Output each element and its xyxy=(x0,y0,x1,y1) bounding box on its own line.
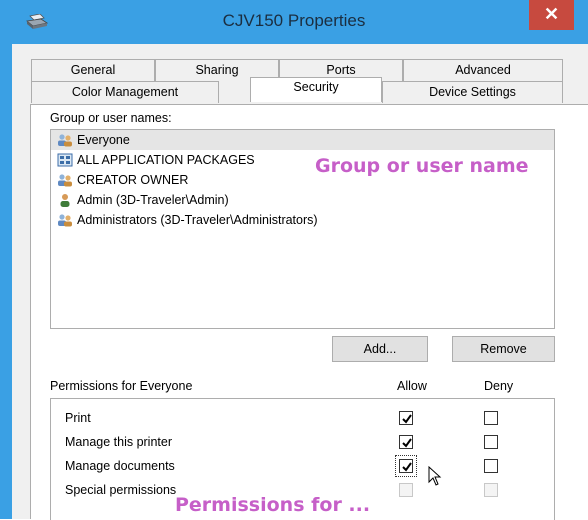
deny-special-permissions-checkbox xyxy=(484,483,498,497)
list-item-label: ALL APPLICATION PACKAGES xyxy=(77,153,255,167)
group-user-annotation: Group or user name xyxy=(315,155,529,177)
tab-color-management[interactable]: Color Management xyxy=(31,81,219,103)
group-users-icon xyxy=(58,214,72,227)
group-users-icon xyxy=(58,174,72,187)
properties-window: CJV150 Properties ✕ General Sharing Port… xyxy=(0,0,588,520)
allow-manage-printer-checkbox[interactable] xyxy=(399,435,413,449)
list-item[interactable]: Administrators (3D-Traveler\Administrato… xyxy=(51,210,554,230)
list-item-label: Administrators (3D-Traveler\Administrato… xyxy=(77,213,318,227)
mouse-cursor-icon xyxy=(428,466,442,486)
list-item-label: CREATOR OWNER xyxy=(77,173,189,187)
tab-security[interactable]: Security xyxy=(250,77,382,102)
user-list[interactable]: Everyone ALL APPLICATION PACKAGES CREATO… xyxy=(50,129,555,329)
list-item[interactable]: Everyone xyxy=(51,130,554,150)
remove-button[interactable]: Remove xyxy=(452,336,555,362)
permission-name: Print xyxy=(65,411,91,425)
tab-general[interactable]: General xyxy=(31,59,155,81)
list-item-label: Everyone xyxy=(77,133,130,147)
security-panel: Group or user names: Everyone ALL APPLIC… xyxy=(30,104,588,520)
permission-name: Special permissions xyxy=(65,483,177,497)
dialog-body: General Sharing Ports Advanced Color Man… xyxy=(12,44,588,520)
group-users-icon xyxy=(58,134,72,147)
group-user-names-label: Group or user names: xyxy=(50,111,172,125)
tab-advanced[interactable]: Advanced xyxy=(403,59,563,81)
tab-device-settings[interactable]: Device Settings xyxy=(382,81,563,103)
window-title: CJV150 Properties xyxy=(222,11,366,30)
permissions-list: Print Manage this printer Manage documen… xyxy=(50,398,555,520)
allow-header: Allow xyxy=(397,379,427,393)
allow-print-checkbox[interactable] xyxy=(399,411,413,425)
allow-special-permissions-checkbox xyxy=(399,483,413,497)
deny-header: Deny xyxy=(484,379,514,393)
permission-name: Manage this printer xyxy=(65,435,173,449)
list-item-label: Admin (3D-Traveler\Admin) xyxy=(77,193,229,207)
allow-manage-documents-checkbox[interactable] xyxy=(399,459,413,473)
checkmark-icon xyxy=(402,462,412,472)
permissions-annotation: Permissions for ... xyxy=(175,494,371,516)
list-item[interactable]: Admin (3D-Traveler\Admin) xyxy=(51,190,554,210)
permission-name: Manage documents xyxy=(65,459,175,473)
app-packages-icon xyxy=(57,153,73,167)
close-button[interactable]: ✕ xyxy=(529,0,574,30)
checkmark-icon xyxy=(402,414,412,424)
user-icon xyxy=(60,194,70,207)
deny-print-checkbox[interactable] xyxy=(484,411,498,425)
add-button[interactable]: Add... xyxy=(332,336,428,362)
checkmark-icon xyxy=(402,438,412,448)
permissions-label: Permissions for Everyone xyxy=(50,379,193,393)
deny-manage-documents-checkbox[interactable] xyxy=(484,459,498,473)
title-bar[interactable]: CJV150 Properties ✕ xyxy=(0,0,588,44)
deny-manage-printer-checkbox[interactable] xyxy=(484,435,498,449)
